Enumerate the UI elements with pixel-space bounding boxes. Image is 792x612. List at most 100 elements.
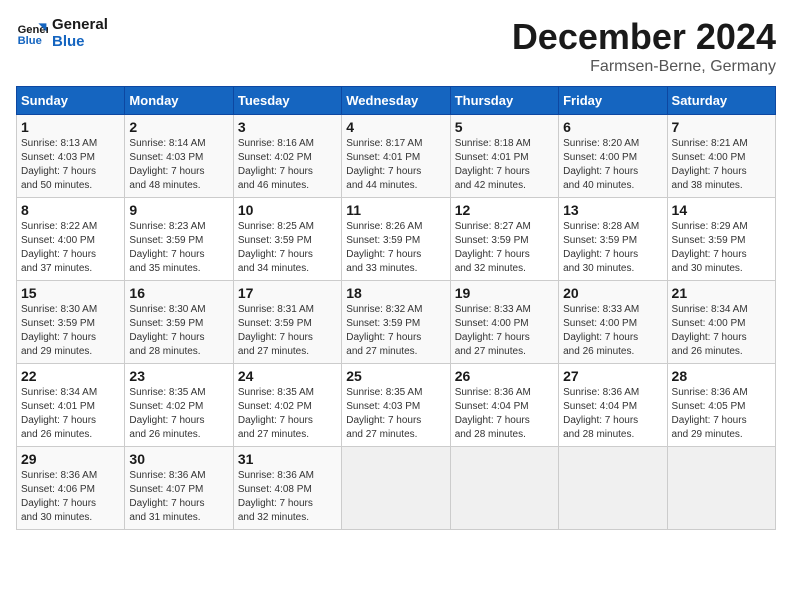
day-cell [667, 447, 775, 530]
weekday-thursday: Thursday [450, 87, 558, 115]
day-cell: 4 Sunrise: 8:17 AM Sunset: 4:01 PM Daylig… [342, 115, 450, 198]
day-cell: 12 Sunrise: 8:27 AM Sunset: 3:59 PM Dayli… [450, 198, 558, 281]
header: General Blue General Blue December 2024 … [16, 16, 776, 76]
weekday-saturday: Saturday [667, 87, 775, 115]
day-cell: 8Sunrise: 8:22 AM Sunset: 4:00 PM Daylig… [17, 198, 125, 281]
day-info: Sunrise: 8:36 AM Sunset: 4:04 PM Dayligh… [455, 386, 554, 442]
day-cell [450, 447, 558, 530]
day-number: 13 [563, 202, 662, 218]
logo-general: General [52, 16, 108, 33]
day-number: 4 [346, 119, 445, 135]
day-number: 24 [238, 368, 337, 384]
day-info: Sunrise: 8:27 AM Sunset: 3:59 PM Dayligh… [455, 220, 554, 276]
day-number: 25 [346, 368, 445, 384]
day-number: 10 [238, 202, 337, 218]
weekday-wednesday: Wednesday [342, 87, 450, 115]
logo-icon: General Blue [16, 17, 48, 49]
day-cell [559, 447, 667, 530]
day-number: 27 [563, 368, 662, 384]
day-info: Sunrise: 8:36 AM Sunset: 4:06 PM Dayligh… [21, 469, 120, 525]
day-number: 20 [563, 285, 662, 301]
day-info: Sunrise: 8:35 AM Sunset: 4:03 PM Dayligh… [346, 386, 445, 442]
day-cell: 25 Sunrise: 8:35 AM Sunset: 4:03 PM Dayli… [342, 364, 450, 447]
day-number: 18 [346, 285, 445, 301]
weekday-tuesday: Tuesday [233, 87, 341, 115]
week-row-4: 22Sunrise: 8:34 AM Sunset: 4:01 PM Dayli… [17, 364, 776, 447]
day-number: 22 [21, 368, 120, 384]
day-number: 3 [238, 119, 337, 135]
day-info: Sunrise: 8:36 AM Sunset: 4:04 PM Dayligh… [563, 386, 662, 442]
day-info: Sunrise: 8:33 AM Sunset: 4:00 PM Dayligh… [455, 303, 554, 359]
day-number: 12 [455, 202, 554, 218]
month-title: December 2024 [512, 16, 776, 58]
day-number: 21 [672, 285, 771, 301]
day-cell: 1Sunrise: 8:13 AM Sunset: 4:03 PM Daylig… [17, 115, 125, 198]
subtitle: Farmsen-Berne, Germany [512, 58, 776, 76]
day-number: 26 [455, 368, 554, 384]
day-cell: 16 Sunrise: 8:30 AM Sunset: 3:59 PM Dayli… [125, 281, 233, 364]
day-cell: 20 Sunrise: 8:33 AM Sunset: 4:00 PM Dayli… [559, 281, 667, 364]
day-info: Sunrise: 8:31 AM Sunset: 3:59 PM Dayligh… [238, 303, 337, 359]
day-info: Sunrise: 8:16 AM Sunset: 4:02 PM Dayligh… [238, 137, 337, 193]
day-number: 6 [563, 119, 662, 135]
day-cell: 11 Sunrise: 8:26 AM Sunset: 3:59 PM Dayli… [342, 198, 450, 281]
day-cell: 29Sunrise: 8:36 AM Sunset: 4:06 PM Dayli… [17, 447, 125, 530]
day-info: Sunrise: 8:36 AM Sunset: 4:08 PM Dayligh… [238, 469, 337, 525]
day-cell: 19 Sunrise: 8:33 AM Sunset: 4:00 PM Dayli… [450, 281, 558, 364]
day-number: 31 [238, 451, 337, 467]
day-info: Sunrise: 8:36 AM Sunset: 4:05 PM Dayligh… [672, 386, 771, 442]
day-number: 2 [129, 119, 228, 135]
day-cell: 26 Sunrise: 8:36 AM Sunset: 4:04 PM Dayli… [450, 364, 558, 447]
day-number: 19 [455, 285, 554, 301]
day-info: Sunrise: 8:14 AM Sunset: 4:03 PM Dayligh… [129, 137, 228, 193]
logo-blue: Blue [52, 33, 108, 50]
day-cell: 28 Sunrise: 8:36 AM Sunset: 4:05 PM Dayli… [667, 364, 775, 447]
day-number: 5 [455, 119, 554, 135]
day-info: Sunrise: 8:30 AM Sunset: 3:59 PM Dayligh… [129, 303, 228, 359]
day-info: Sunrise: 8:32 AM Sunset: 3:59 PM Dayligh… [346, 303, 445, 359]
day-cell: 3 Sunrise: 8:16 AM Sunset: 4:02 PM Daylig… [233, 115, 341, 198]
day-cell: 31 Sunrise: 8:36 AM Sunset: 4:08 PM Dayli… [233, 447, 341, 530]
day-info: Sunrise: 8:23 AM Sunset: 3:59 PM Dayligh… [129, 220, 228, 276]
week-row-2: 8Sunrise: 8:22 AM Sunset: 4:00 PM Daylig… [17, 198, 776, 281]
day-cell: 7 Sunrise: 8:21 AM Sunset: 4:00 PM Daylig… [667, 115, 775, 198]
day-cell: 10 Sunrise: 8:25 AM Sunset: 3:59 PM Dayli… [233, 198, 341, 281]
day-cell: 21 Sunrise: 8:34 AM Sunset: 4:00 PM Dayli… [667, 281, 775, 364]
weekday-sunday: Sunday [17, 87, 125, 115]
day-cell: 9Sunrise: 8:23 AM Sunset: 3:59 PM Daylig… [125, 198, 233, 281]
day-info: Sunrise: 8:28 AM Sunset: 3:59 PM Dayligh… [563, 220, 662, 276]
day-number: 7 [672, 119, 771, 135]
day-number: 28 [672, 368, 771, 384]
weekday-friday: Friday [559, 87, 667, 115]
day-info: Sunrise: 8:17 AM Sunset: 4:01 PM Dayligh… [346, 137, 445, 193]
day-cell: 2 Sunrise: 8:14 AM Sunset: 4:03 PM Daylig… [125, 115, 233, 198]
day-cell: 30Sunrise: 8:36 AM Sunset: 4:07 PM Dayli… [125, 447, 233, 530]
day-info: Sunrise: 8:34 AM Sunset: 4:00 PM Dayligh… [672, 303, 771, 359]
day-info: Sunrise: 8:33 AM Sunset: 4:00 PM Dayligh… [563, 303, 662, 359]
day-info: Sunrise: 8:35 AM Sunset: 4:02 PM Dayligh… [238, 386, 337, 442]
weekday-header-row: SundayMondayTuesdayWednesdayThursdayFrid… [17, 87, 776, 115]
day-cell: 14Sunrise: 8:29 AM Sunset: 3:59 PM Dayli… [667, 198, 775, 281]
week-row-1: 1Sunrise: 8:13 AM Sunset: 4:03 PM Daylig… [17, 115, 776, 198]
day-number: 16 [129, 285, 228, 301]
day-cell: 6 Sunrise: 8:20 AM Sunset: 4:00 PM Daylig… [559, 115, 667, 198]
day-info: Sunrise: 8:20 AM Sunset: 4:00 PM Dayligh… [563, 137, 662, 193]
day-number: 30 [129, 451, 228, 467]
day-number: 8 [21, 202, 120, 218]
day-info: Sunrise: 8:29 AM Sunset: 3:59 PM Dayligh… [672, 220, 771, 276]
calendar-table: SundayMondayTuesdayWednesdayThursdayFrid… [16, 86, 776, 530]
day-cell: 13 Sunrise: 8:28 AM Sunset: 3:59 PM Dayli… [559, 198, 667, 281]
day-info: Sunrise: 8:30 AM Sunset: 3:59 PM Dayligh… [21, 303, 120, 359]
title-area: December 2024 Farmsen-Berne, Germany [512, 16, 776, 76]
day-info: Sunrise: 8:21 AM Sunset: 4:00 PM Dayligh… [672, 137, 771, 193]
day-info: Sunrise: 8:25 AM Sunset: 3:59 PM Dayligh… [238, 220, 337, 276]
day-number: 1 [21, 119, 120, 135]
day-info: Sunrise: 8:26 AM Sunset: 3:59 PM Dayligh… [346, 220, 445, 276]
day-cell: 24 Sunrise: 8:35 AM Sunset: 4:02 PM Dayli… [233, 364, 341, 447]
day-cell: 5Sunrise: 8:18 AM Sunset: 4:01 PM Daylig… [450, 115, 558, 198]
day-cell: 17Sunrise: 8:31 AM Sunset: 3:59 PM Dayli… [233, 281, 341, 364]
day-number: 11 [346, 202, 445, 218]
day-cell: 27 Sunrise: 8:36 AM Sunset: 4:04 PM Dayli… [559, 364, 667, 447]
day-number: 15 [21, 285, 120, 301]
day-number: 23 [129, 368, 228, 384]
